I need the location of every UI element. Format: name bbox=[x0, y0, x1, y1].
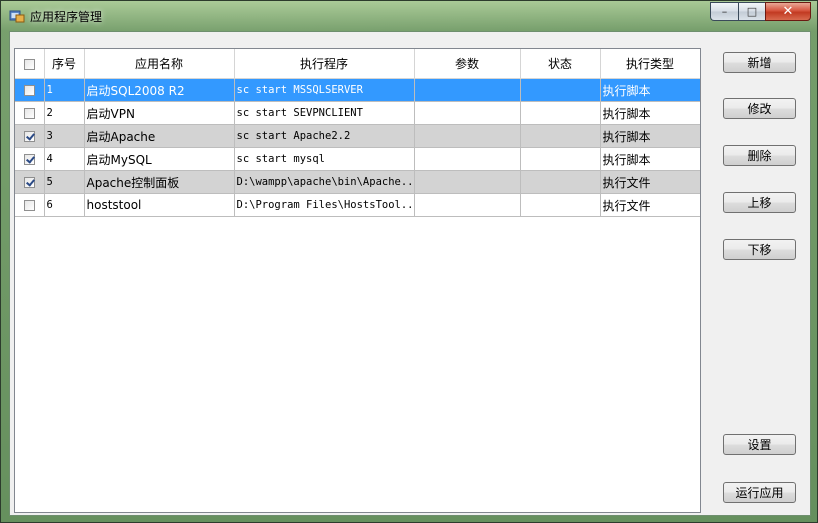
row-params bbox=[414, 124, 521, 148]
row-program: sc start SEVPNCLIENT bbox=[234, 101, 415, 125]
row-exec-type: 执行脚本 bbox=[600, 101, 700, 125]
move-down-button[interactable]: 下移 bbox=[723, 239, 796, 260]
row-checkbox[interactable] bbox=[23, 130, 35, 142]
close-button[interactable]: ✕ bbox=[765, 2, 811, 21]
row-status bbox=[520, 170, 601, 194]
app-window: 应用程序管理 – □ ✕ 序号 应用名称 执行程序 参数 状态 执行类型 1 启… bbox=[0, 0, 818, 523]
row-checkbox-cell[interactable] bbox=[15, 101, 45, 125]
row-program: sc start MSSQLSERVER bbox=[234, 78, 415, 102]
row-app-name: Apache控制面板 bbox=[84, 170, 235, 194]
edit-button[interactable]: 修改 bbox=[723, 98, 796, 119]
row-program: sc start mysql bbox=[234, 147, 415, 171]
window-controls: – □ ✕ bbox=[710, 2, 811, 21]
row-checkbox-cell[interactable] bbox=[15, 170, 45, 194]
column-header-status[interactable]: 状态 bbox=[520, 49, 601, 79]
row-status bbox=[520, 101, 601, 125]
row-index: 6 bbox=[44, 193, 85, 217]
select-all-checkbox[interactable] bbox=[23, 58, 35, 70]
column-header-params[interactable]: 参数 bbox=[414, 49, 521, 79]
row-params bbox=[414, 147, 521, 171]
row-program: D:\wampp\apache\bin\Apache... bbox=[234, 170, 415, 194]
table-row[interactable]: 5 Apache控制面板 D:\wampp\apache\bin\Apache...… bbox=[15, 170, 700, 194]
minimize-icon: – bbox=[721, 5, 728, 18]
header-row: 序号 应用名称 执行程序 参数 状态 执行类型 bbox=[15, 49, 700, 79]
row-params bbox=[414, 78, 521, 102]
window-title: 应用程序管理 bbox=[30, 10, 103, 24]
row-exec-type: 执行脚本 bbox=[600, 147, 700, 171]
row-params bbox=[414, 170, 521, 194]
row-exec-type: 执行文件 bbox=[600, 193, 700, 217]
row-checkbox-cell[interactable] bbox=[15, 78, 45, 102]
row-params bbox=[414, 101, 521, 125]
row-status bbox=[520, 124, 601, 148]
move-up-button[interactable]: 上移 bbox=[723, 192, 796, 213]
row-app-name: hoststool bbox=[84, 193, 235, 217]
row-app-name: 启动VPN bbox=[84, 101, 235, 125]
row-exec-type: 执行脚本 bbox=[600, 78, 700, 102]
app-manager-icon bbox=[9, 10, 25, 23]
client-area: 序号 应用名称 执行程序 参数 状态 执行类型 1 启动SQL2008 R2 sc … bbox=[9, 31, 811, 516]
table-row[interactable]: 3 启动Apache sc start Apache2.2 执行脚本 bbox=[15, 124, 700, 148]
table-row[interactable]: 4 启动MySQL sc start mysql 执行脚本 bbox=[15, 147, 700, 171]
app-list-grid: 序号 应用名称 执行程序 参数 状态 执行类型 1 启动SQL2008 R2 sc … bbox=[14, 48, 701, 513]
column-header-exec-type[interactable]: 执行类型 bbox=[600, 49, 700, 79]
row-index: 2 bbox=[44, 101, 85, 125]
row-checkbox[interactable] bbox=[23, 176, 35, 188]
row-status bbox=[520, 193, 601, 217]
row-index: 1 bbox=[44, 78, 85, 102]
delete-button[interactable]: 删除 bbox=[723, 145, 796, 166]
row-exec-type: 执行文件 bbox=[600, 170, 700, 194]
row-program: D:\Program Files\HostsTool... bbox=[234, 193, 415, 217]
column-header-index[interactable]: 序号 bbox=[44, 49, 85, 79]
row-checkbox[interactable] bbox=[23, 107, 35, 119]
table-row[interactable]: 2 启动VPN sc start SEVPNCLIENT 执行脚本 bbox=[15, 101, 700, 125]
run-app-button[interactable]: 运行应用 bbox=[723, 482, 796, 503]
column-header-program[interactable]: 执行程序 bbox=[234, 49, 415, 79]
add-button[interactable]: 新增 bbox=[723, 52, 796, 73]
settings-button[interactable]: 设置 bbox=[723, 434, 796, 455]
row-checkbox[interactable] bbox=[23, 199, 35, 211]
row-status bbox=[520, 147, 601, 171]
row-params bbox=[414, 193, 521, 217]
row-app-name: 启动SQL2008 R2 bbox=[84, 78, 235, 102]
close-icon: ✕ bbox=[782, 4, 794, 19]
column-header-app-name[interactable]: 应用名称 bbox=[84, 49, 235, 79]
maximize-button[interactable]: □ bbox=[738, 2, 765, 21]
row-app-name: 启动Apache bbox=[84, 124, 235, 148]
row-checkbox-cell[interactable] bbox=[15, 147, 45, 171]
row-exec-type: 执行脚本 bbox=[600, 124, 700, 148]
row-checkbox-cell[interactable] bbox=[15, 124, 45, 148]
row-program: sc start Apache2.2 bbox=[234, 124, 415, 148]
title-bar[interactable]: 应用程序管理 – □ ✕ bbox=[1, 1, 817, 31]
maximize-icon: □ bbox=[746, 5, 758, 18]
app-table: 序号 应用名称 执行程序 参数 状态 执行类型 1 启动SQL2008 R2 sc … bbox=[15, 49, 700, 217]
row-app-name: 启动MySQL bbox=[84, 147, 235, 171]
row-index: 5 bbox=[44, 170, 85, 194]
row-status bbox=[520, 78, 601, 102]
row-checkbox-cell[interactable] bbox=[15, 193, 45, 217]
row-checkbox[interactable] bbox=[23, 153, 35, 165]
table-row[interactable]: 6 hoststool D:\Program Files\HostsTool... 执… bbox=[15, 193, 700, 217]
minimize-button[interactable]: – bbox=[710, 2, 738, 21]
table-row[interactable]: 1 启动SQL2008 R2 sc start MSSQLSERVER 执行脚本 bbox=[15, 78, 700, 102]
row-index: 3 bbox=[44, 124, 85, 148]
row-checkbox[interactable] bbox=[23, 84, 35, 96]
row-index: 4 bbox=[44, 147, 85, 171]
select-all-header[interactable] bbox=[15, 49, 45, 79]
